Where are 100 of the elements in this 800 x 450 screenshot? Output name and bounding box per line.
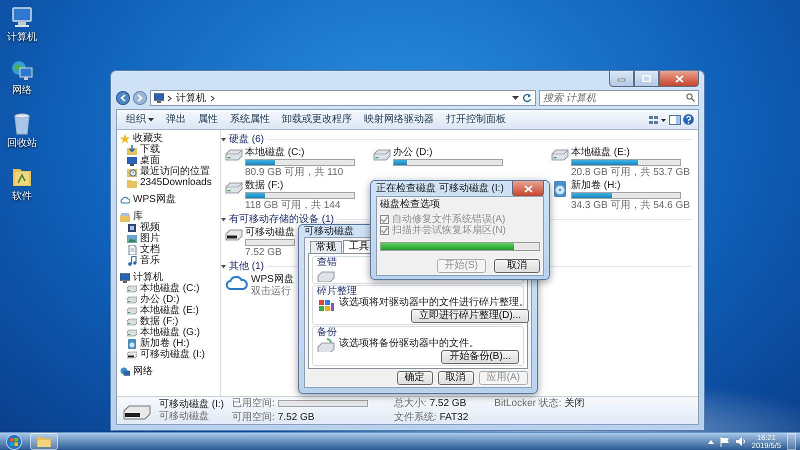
close-button[interactable] xyxy=(512,181,544,197)
nav-item[interactable]: 图片 xyxy=(127,233,160,244)
drive-icon xyxy=(127,328,137,338)
menu-button[interactable]: 组织 xyxy=(121,113,159,126)
drive-name[interactable]: 办公 (D:) xyxy=(393,147,503,158)
removable-drive-icon xyxy=(127,350,137,360)
nav-item[interactable]: 库 xyxy=(120,211,143,222)
drive-name[interactable]: 数据 (F:) xyxy=(245,180,355,191)
help-icon[interactable] xyxy=(683,114,694,125)
nav-item[interactable]: 可移动磁盘 (I:) xyxy=(127,349,205,360)
chevron-icon xyxy=(210,94,215,102)
usage-text: 7.52 GB xyxy=(245,247,283,258)
checkbox-label: 扫描并尝试恢复坏扇区(N) xyxy=(392,225,506,236)
start-button[interactable] xyxy=(4,433,24,450)
caret-icon[interactable] xyxy=(512,96,519,100)
drive-icon xyxy=(127,306,137,316)
nav-item[interactable]: 本地磁盘 (C:) xyxy=(127,283,200,294)
tab[interactable]: 常规 xyxy=(310,241,342,253)
close-icon xyxy=(674,74,684,82)
group-title: 查错 xyxy=(317,257,337,268)
collapse-arrow-icon xyxy=(221,216,226,222)
flag-icon[interactable] xyxy=(720,436,730,446)
drive-name[interactable]: 新加卷 (H:) xyxy=(571,180,690,191)
nav-item[interactable]: 文档 xyxy=(127,244,160,255)
nav-item[interactable]: 网络 xyxy=(120,366,153,377)
forward-icon[interactable] xyxy=(133,91,147,105)
nav-item[interactable]: WPS网盘 xyxy=(120,194,176,205)
monitor-icon xyxy=(127,156,137,166)
nav-item[interactable]: 视频 xyxy=(127,222,160,233)
cloud-icon xyxy=(120,194,130,204)
show-desktop-button[interactable] xyxy=(787,433,796,450)
desktop-shortcut[interactable]: 回收站 xyxy=(2,112,42,149)
nav-item[interactable]: 数据 (F:) xyxy=(127,316,178,327)
network-icon xyxy=(10,59,34,83)
toolbar-button[interactable]: 打开控制面板 xyxy=(441,113,511,126)
toolbar-button[interactable]: 系统属性 xyxy=(225,113,275,126)
dialog-button[interactable]: 确定 xyxy=(396,371,433,385)
usage-text: 80.9 GB 可用，共 110 xyxy=(245,167,344,178)
nav-item[interactable]: 新加卷 (H:) xyxy=(127,338,190,349)
action-button[interactable]: 开始备份(B)... xyxy=(441,350,519,364)
toolbar-button[interactable]: 映射网络驱动器 xyxy=(359,113,439,126)
removable-drive-icon xyxy=(225,227,243,241)
taskbar-button[interactable] xyxy=(30,433,58,450)
up-arrow-icon[interactable] xyxy=(708,440,714,444)
search-field[interactable]: 搜索 计算机 xyxy=(539,90,699,106)
toolbar-button[interactable]: 弹出 xyxy=(161,113,191,126)
speaker-icon[interactable] xyxy=(736,437,746,446)
breadcrumb-link[interactable]: 计算机 xyxy=(175,92,207,104)
refresh-icon[interactable] xyxy=(522,93,532,103)
field-label: 文件系统: xyxy=(394,412,437,423)
nav-item[interactable]: 音乐 xyxy=(127,255,160,266)
drive-name[interactable]: 可移动磁盘 xyxy=(245,227,295,238)
cloud-icon xyxy=(225,274,249,292)
app-name[interactable]: WPS网盘 xyxy=(251,274,294,285)
nav-item[interactable]: 下载 xyxy=(127,144,160,155)
back-icon[interactable] xyxy=(116,91,130,105)
drive-name[interactable]: 本地磁盘 (E:) xyxy=(571,147,690,158)
nav-item[interactable]: 计算机 xyxy=(120,272,163,283)
group-header[interactable]: 硬盘 (6) xyxy=(221,134,264,144)
toolbar-button[interactable]: 卸载或更改程序 xyxy=(277,113,357,126)
windows-logo-icon xyxy=(6,434,22,450)
usage-text: 20.8 GB 可用，共 53.7 GB xyxy=(571,167,690,178)
drive-icon xyxy=(127,284,137,294)
nav-item[interactable]: 本地磁盘 (E:) xyxy=(127,305,199,316)
maximize-button[interactable] xyxy=(634,71,659,87)
action-button[interactable]: 立即进行碎片整理(D)... xyxy=(410,309,529,323)
group-description: 该选项将备份驱动器中的文件。 xyxy=(339,338,480,349)
desktop-shortcut[interactable]: 网络 xyxy=(2,59,42,96)
nav-item[interactable]: 最近访问的位置 xyxy=(127,166,210,177)
drive-type: 可移动磁盘 xyxy=(159,411,210,422)
minimize-button[interactable] xyxy=(609,71,634,87)
close-icon xyxy=(524,184,532,192)
drive-icon xyxy=(127,316,137,326)
nav-item[interactable]: 办公 (D:) xyxy=(127,294,180,305)
address-bar[interactable]: 计算机 xyxy=(150,90,536,106)
nav-item[interactable]: 收藏夹 xyxy=(120,133,163,144)
dialog-button[interactable]: 取消 xyxy=(494,259,540,273)
drive-name: 可移动磁盘 (I:) xyxy=(159,399,224,410)
nav-item[interactable]: 2345Downloads xyxy=(127,177,212,188)
group-description: 该选项将对驱动器中的文件进行碎片整理。 xyxy=(339,297,529,308)
toolbar-button[interactable]: 属性 xyxy=(193,113,223,126)
group-header[interactable]: 有可移动存储的设备 (1) xyxy=(221,214,334,224)
nav-item[interactable]: 桌面 xyxy=(127,155,160,166)
field-value: 7.52 GB xyxy=(278,412,314,423)
field-label: 可用空间: xyxy=(232,412,275,423)
field-value: 7.52 GB xyxy=(430,398,466,409)
close-button[interactable] xyxy=(659,71,699,87)
drive-name[interactable]: 本地磁盘 (C:) xyxy=(245,147,355,158)
desktop-shortcut[interactable]: 软件 xyxy=(2,165,42,202)
folders-icon xyxy=(120,212,130,222)
caret-icon xyxy=(148,118,154,122)
download-folder-icon xyxy=(127,144,137,154)
preview-pane-icon[interactable] xyxy=(669,114,681,124)
dialog-button[interactable]: 取消 xyxy=(438,371,474,385)
maximize-icon xyxy=(642,75,651,82)
view-options-icon[interactable] xyxy=(649,114,667,124)
nav-item[interactable]: 本地磁盘 (G:) xyxy=(127,327,200,338)
group-header[interactable]: 其他 (1) xyxy=(221,260,264,272)
desktop-shortcut[interactable]: 计算机 xyxy=(2,6,42,43)
music-note-icon xyxy=(127,256,137,266)
